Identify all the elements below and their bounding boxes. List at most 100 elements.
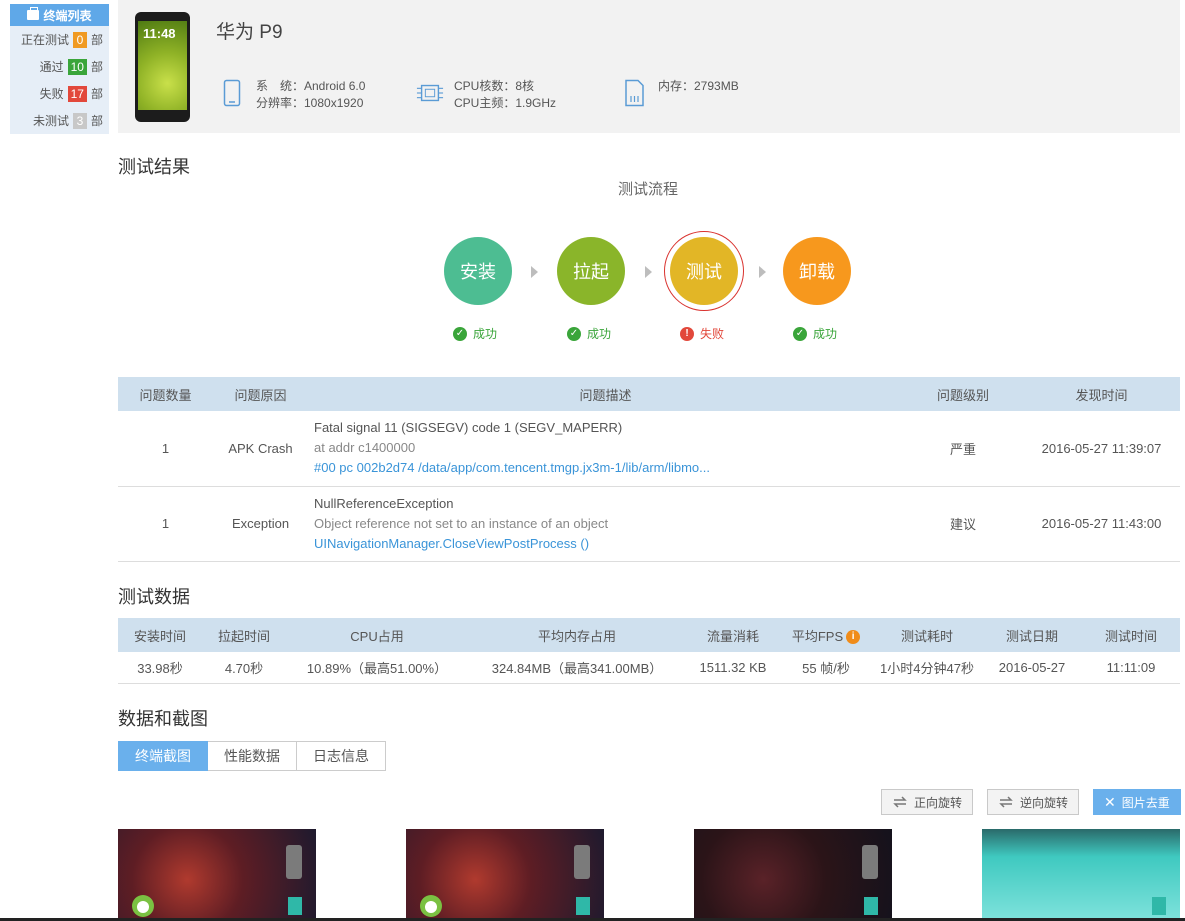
device-clock: 11:48 (143, 26, 176, 41)
stack-trace-link[interactable]: #00 pc 002b2d74 /data/app/com.tencent.tm… (314, 458, 903, 478)
info-icon[interactable]: i (846, 630, 861, 645)
step-test[interactable]: 测试 (670, 237, 738, 305)
description-line: NullReferenceException (314, 495, 454, 511)
spec-cpu: CPU核数：8核 CPU主频：1.9GHz (416, 78, 556, 112)
button-label: 逆向旋转 (1020, 795, 1069, 810)
issue-reason: APK Crash (213, 411, 308, 487)
table-row: 1 APK Crash Fatal signal 11 (SIGSEGV) co… (118, 411, 1180, 487)
step-launch-status: ✓ 成功 (567, 325, 611, 342)
cpu-frequency: CPU主频：1.9GHz (454, 96, 557, 110)
step-install[interactable]: 安装 (444, 237, 512, 305)
sidebar-item-label: 通过 (39, 60, 64, 74)
traffic-usage: 1511.32 KB (686, 652, 780, 684)
description-line: Object reference not set to an instance … (314, 515, 609, 531)
column-header: 问题数量 (118, 377, 213, 411)
column-header: 问题原因 (213, 377, 308, 411)
screenshots-section-title: 数据和截图 (118, 709, 208, 729)
column-header: 平均FPS (791, 628, 844, 644)
sidebar-item-untested[interactable]: 未测试 3 部 (10, 107, 109, 134)
arrow-right-icon (531, 266, 538, 278)
stack-trace-link[interactable]: UINavigationManager.CloseViewPostProcess… (314, 534, 903, 554)
column-header: 测试耗时 (872, 618, 982, 652)
briefcase-icon (27, 7, 40, 20)
rotate-icon (893, 796, 907, 808)
rotate-clockwise-button[interactable]: 正向旋转 (881, 789, 974, 815)
sidebar-item-testing[interactable]: 正在测试 0 部 (10, 26, 109, 53)
error-icon: ! (680, 326, 694, 341)
tab-performance[interactable]: 性能数据 (208, 741, 297, 771)
cpu-usage: 10.89%（最高51.00%） (286, 652, 468, 684)
phone-icon (218, 78, 246, 108)
step-uninstall[interactable]: 卸载 (783, 237, 851, 305)
arrow-right-icon (645, 266, 652, 278)
screenshot-tabs: 终端截图 性能数据 日志信息 (118, 741, 386, 771)
issue-level: 严重 (903, 411, 1023, 487)
device-list-panel: 终端列表 正在测试 0 部 通过 10 部 失败 17 部 未测试 3 部 (10, 4, 109, 134)
chat-mascot-icon (132, 895, 154, 917)
issue-time: 2016-05-27 11:43:00 (1023, 486, 1180, 562)
cpu-cores: CPU核数：8核 (454, 79, 535, 93)
launch-time: 4.70秒 (202, 652, 286, 684)
column-header: 安装时间 (118, 618, 202, 652)
column-header: 发现时间 (1023, 377, 1180, 411)
memory-size: 内存：2793MB (658, 79, 739, 93)
unit-label: 部 (90, 60, 103, 74)
menu-icon (288, 897, 302, 915)
performance-table: 安装时间 拉起时间 CPU占用 平均内存占用 流量消耗 平均FPS i 测试耗时 … (118, 618, 1180, 684)
device-info-card: 11:48 华为 P9 系 统：Android 6.0 分辨率：1080x192… (118, 0, 1180, 133)
sidebar-item-failed[interactable]: 失败 17 部 (10, 80, 109, 107)
status-label: 失败 (700, 327, 725, 341)
test-time: 11:11:09 (1082, 652, 1180, 684)
screenshot-thumbnail[interactable] (118, 829, 316, 921)
screenshot-thumbnail[interactable] (406, 829, 604, 921)
rotate-icon (999, 796, 1013, 808)
count-badge: 10 (67, 58, 87, 75)
screenshot-thumbnail[interactable] (982, 829, 1180, 921)
status-label: 成功 (473, 327, 498, 341)
device-list-header[interactable]: 终端列表 (10, 4, 109, 26)
menu-icon (864, 897, 878, 915)
column-header: 问题描述 (308, 377, 903, 411)
spec-system: 系 统：Android 6.0 分辨率：1080x1920 (218, 78, 365, 112)
unit-label: 部 (90, 87, 103, 101)
tab-logs[interactable]: 日志信息 (297, 741, 386, 771)
dedupe-images-button[interactable]: ✕ 图片去重 (1093, 789, 1181, 815)
spec-memory: 内存：2793MB (620, 78, 739, 108)
test-data-title: 测试数据 (118, 587, 190, 607)
test-results-title: 测试结果 (118, 157, 190, 177)
screen-resolution: 分辨率：1080x1920 (256, 96, 364, 110)
unit-label: 部 (90, 114, 103, 128)
issue-reason: Exception (213, 486, 308, 562)
check-icon: ✓ (453, 326, 467, 341)
description-line: Fatal signal 11 (SIGSEGV) code 1 (SEGV_M… (314, 420, 623, 436)
sidebar-item-passed[interactable]: 通过 10 部 (10, 53, 109, 80)
tab-screenshots[interactable]: 终端截图 (118, 741, 208, 771)
status-label: 成功 (587, 327, 612, 341)
chat-mascot-icon (420, 895, 442, 917)
install-time: 33.98秒 (118, 652, 202, 684)
description-line: at addr c1400000 (314, 440, 416, 456)
screenshot-thumbnail[interactable] (694, 829, 892, 921)
step-launch[interactable]: 拉起 (557, 237, 625, 305)
cpu-icon (416, 78, 444, 108)
check-icon: ✓ (793, 326, 807, 341)
fps-header: 平均FPS i (780, 618, 872, 652)
rotate-counterclockwise-button[interactable]: 逆向旋转 (987, 789, 1080, 815)
perf-header-row: 安装时间 拉起时间 CPU占用 平均内存占用 流量消耗 平均FPS i 测试耗时 … (118, 618, 1180, 652)
table-row: 33.98秒 4.70秒 10.89%（最高51.00%） 324.84MB（最… (118, 652, 1180, 684)
issue-count: 1 (118, 411, 213, 487)
device-list-title: 终端列表 (43, 8, 92, 23)
memory-card-icon (620, 78, 648, 108)
column-header: 平均内存占用 (468, 618, 686, 652)
check-icon: ✓ (567, 326, 581, 341)
device-name: 华为 P9 (216, 22, 283, 43)
column-header: 拉起时间 (202, 618, 286, 652)
column-header: CPU占用 (286, 618, 468, 652)
character-icon (862, 845, 878, 879)
issue-description: Fatal signal 11 (SIGSEGV) code 1 (SEGV_M… (308, 411, 903, 487)
unit-label: 部 (90, 33, 103, 47)
average-fps: 55 帧/秒 (780, 652, 872, 684)
issue-description: NullReferenceException Object reference … (308, 486, 903, 562)
sidebar-item-label: 未测试 (32, 114, 69, 128)
sidebar-item-label: 正在测试 (20, 33, 69, 47)
